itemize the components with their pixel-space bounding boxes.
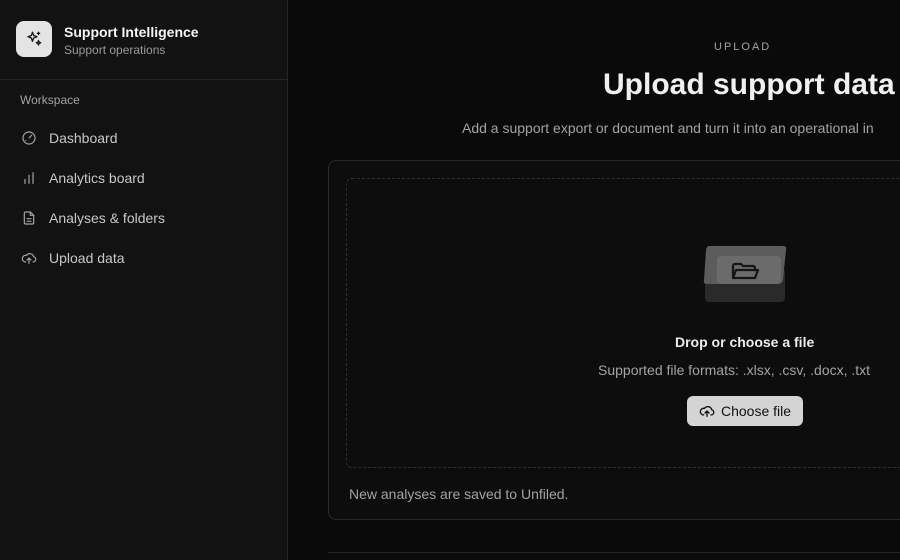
sidebar-item-label: Analyses & folders xyxy=(49,210,165,226)
sidebar-nav: Dashboard Analytics board Analyses & fol… xyxy=(8,118,280,278)
bar-chart-icon xyxy=(20,170,37,187)
page-eyebrow: UPLOAD xyxy=(714,41,772,53)
supported-formats-text: Supported file formats: .xlsx, .csv, .do… xyxy=(598,362,871,378)
divider xyxy=(328,552,900,553)
document-icon xyxy=(20,210,37,227)
sidebar-item-label: Analytics board xyxy=(49,170,145,186)
page-description: Add a support export or document and tur… xyxy=(462,120,874,136)
upload-card: Drop or choose a file Supported file for… xyxy=(328,160,900,520)
folder-open-icon xyxy=(703,242,787,304)
dropzone-title: Drop or choose a file xyxy=(675,334,815,350)
choose-file-label: Choose file xyxy=(720,403,792,419)
choose-file-button[interactable]: Choose file xyxy=(687,396,803,426)
gauge-icon xyxy=(20,130,37,147)
page-title: Upload support data xyxy=(603,68,895,101)
cloud-upload-icon xyxy=(20,250,37,267)
sidebar: Support Intelligence Support operations … xyxy=(0,0,288,560)
sparkles-icon xyxy=(16,21,52,57)
sidebar-item-analytics-board[interactable]: Analytics board xyxy=(8,158,280,198)
cloud-upload-icon xyxy=(699,403,715,419)
app-title: Support Intelligence xyxy=(64,24,199,40)
file-dropzone[interactable]: Drop or choose a file Supported file for… xyxy=(346,178,900,468)
app-subtitle: Support operations xyxy=(64,43,166,57)
sidebar-item-dashboard[interactable]: Dashboard xyxy=(8,118,280,158)
app: Support Intelligence Support operations … xyxy=(0,0,900,560)
sidebar-item-upload-data[interactable]: Upload data xyxy=(8,238,280,278)
sidebar-item-analyses-folders[interactable]: Analyses & folders xyxy=(8,198,280,238)
workspace-section-label: Workspace xyxy=(20,93,80,107)
save-location-note: New analyses are saved to Unfiled. xyxy=(349,486,569,502)
brand-header: Support Intelligence Support operations xyxy=(0,0,287,80)
main-content: UPLOAD Upload support data Add a support… xyxy=(289,0,900,560)
sidebar-item-label: Dashboard xyxy=(49,130,118,146)
sidebar-item-label: Upload data xyxy=(49,250,125,266)
